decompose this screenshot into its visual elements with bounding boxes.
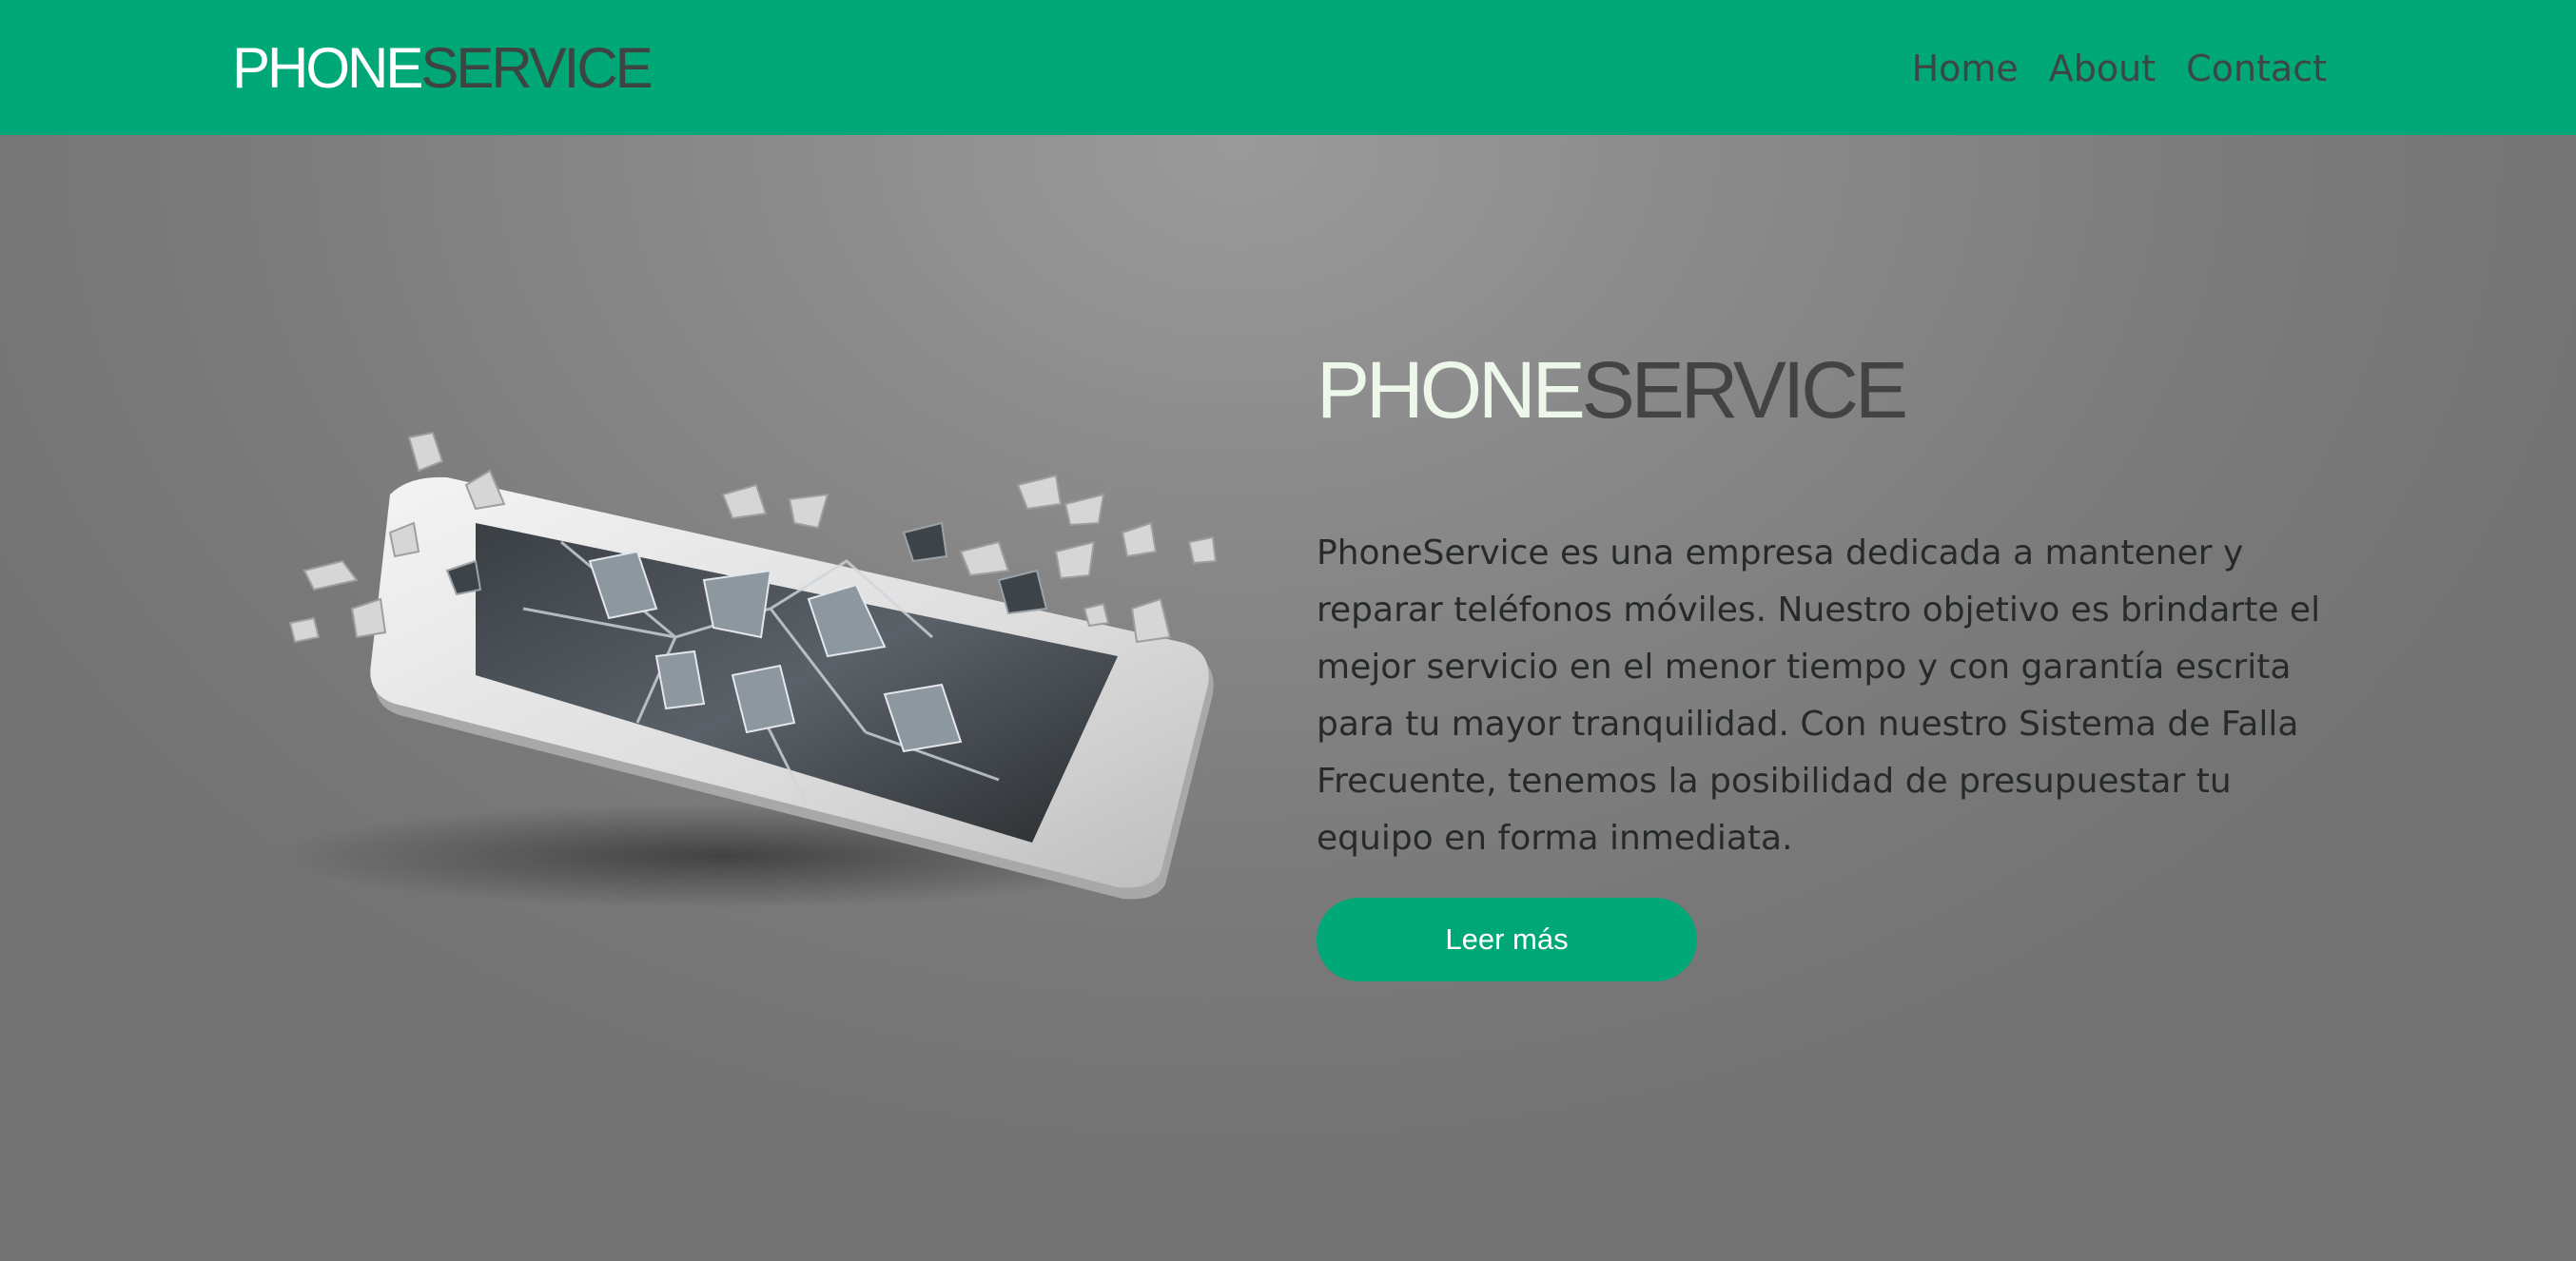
navbar: PHONESERVICE Home About Contact bbox=[0, 0, 2576, 135]
nav-link-home[interactable]: Home bbox=[1912, 48, 2019, 89]
broken-phone-illustration bbox=[276, 431, 1218, 908]
nav-link-contact[interactable]: Contact bbox=[2186, 48, 2327, 89]
nav-link-about[interactable]: About bbox=[2049, 48, 2156, 89]
brand-logo-phone: PHONE bbox=[232, 36, 423, 100]
read-more-button[interactable]: Leer más bbox=[1317, 898, 1697, 981]
hero-title: PHONESERVICE bbox=[1317, 342, 1908, 437]
hero-title-phone: PHONE bbox=[1317, 345, 1586, 435]
hero-description: PhoneService es una empresa dedicada a m… bbox=[1317, 534, 2321, 858]
brand-logo-service: SERVICE bbox=[420, 36, 653, 100]
nav-menu: Home About Contact bbox=[1882, 38, 2327, 99]
brand-logo[interactable]: PHONESERVICE bbox=[232, 32, 654, 105]
hero-title-service: SERVICE bbox=[1581, 345, 1908, 435]
